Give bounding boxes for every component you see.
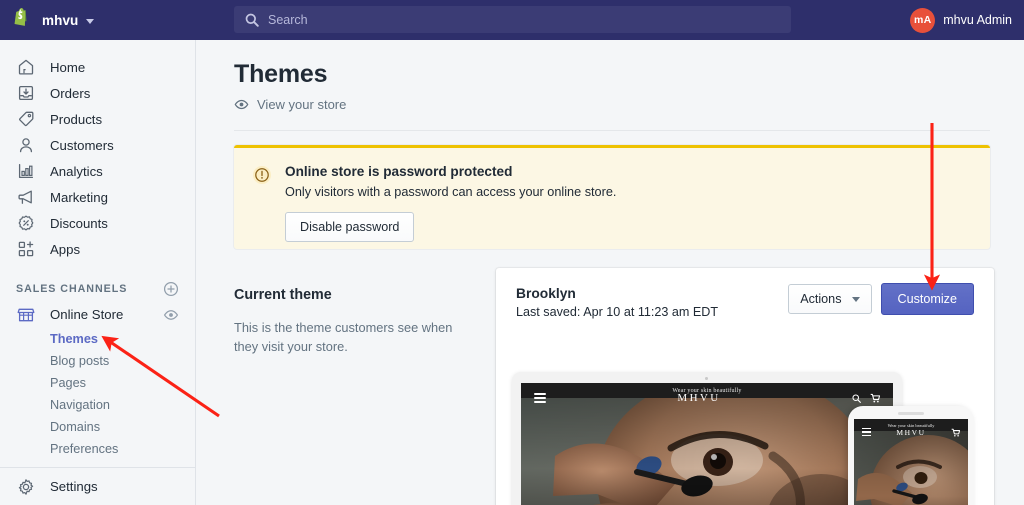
shopify-admin-window: mhvu Search mA mhvu Admin Home Orders Pr… [0,0,1024,505]
view-your-store-link[interactable]: View your store [234,97,346,112]
sidebar-item-apps[interactable]: Apps [8,236,187,262]
sidebar-item-analytics[interactable]: Analytics [8,158,187,184]
hero-photo [521,398,893,505]
sidebar-subitem-themes[interactable]: Themes [8,328,187,350]
sidebar-subitem-preferences[interactable]: Preferences [8,438,187,460]
theme-card-actions: Actions Customize [788,283,974,315]
sidebar-item-home[interactable]: Home [8,54,187,80]
search-icon [245,13,259,27]
alert-circle-icon [253,166,271,184]
apps-grid-plus-icon [18,241,34,257]
banner-title: Online store is password protected [285,164,513,179]
theme-card-header: Brooklyn Last saved: Apr 10 at 11:23 am … [496,268,994,338]
user-menu[interactable]: mA mhvu Admin [910,0,1012,40]
eye-icon [234,99,249,110]
sidebar-item-label: Home [50,59,86,75]
sidebar-subitem-blog-posts[interactable]: Blog posts [8,350,187,372]
page-title: Themes [234,60,328,88]
analytics-bar-chart-icon [18,163,34,179]
sidebar-item-label: Orders [50,85,91,101]
sidebar-item-products[interactable]: Products [8,106,187,132]
settings-label: Settings [50,479,98,494]
top-bar: mhvu Search mA mhvu Admin [0,0,1024,40]
online-store-icon [17,308,35,321]
sidebar-subitem-domains[interactable]: Domains [8,416,187,438]
orders-inbox-icon [18,85,34,101]
sidebar-item-label: Customers [50,137,114,153]
mascara-model-photo [521,398,893,505]
store-switcher[interactable]: mhvu [0,0,104,40]
banner-body: Only visitors with a password can access… [285,185,617,199]
current-theme-description: This is the theme customers see when the… [234,320,453,355]
laptop-mockup: Wear your skin beautifully MHVU [512,372,902,505]
shopping-cart-icon [870,393,880,403]
sidebar-item-label: Analytics [50,163,103,179]
sidebar-item-settings[interactable]: Settings [0,467,195,505]
plus-circle-icon[interactable] [163,281,179,297]
phone-preview-nav: MHVU [854,419,968,445]
sidebar-subitem-pages[interactable]: Pages [8,372,187,394]
customer-person-icon [19,138,33,153]
marketing-megaphone-icon [18,190,32,204]
sales-channels-header: SALES CHANNELS [16,281,179,297]
sidebar-item-label: Marketing [50,189,108,205]
main-content: Themes View your store Online store is p… [196,40,1024,505]
sidebar-item-discounts[interactable]: Discounts [8,210,187,236]
home-icon [18,59,34,75]
sidebar-nav: Home Orders Products Customers Analytics… [0,40,195,262]
search-placeholder: Search [268,12,308,27]
sidebar-item-orders[interactable]: Orders [8,80,187,106]
eye-icon[interactable] [163,307,179,323]
shopify-bag-icon [12,8,34,32]
phone-mockup: Wear your skin beautifully MHVU [848,406,974,505]
product-tag-icon [19,111,34,127]
caret-down-icon [851,296,860,302]
sidebar-item-marketing[interactable]: Marketing [8,184,187,210]
theme-card: Brooklyn Last saved: Apr 10 at 11:23 am … [496,268,994,505]
sidebar-item-label: Apps [50,241,81,257]
preview-brand: MHVU [677,392,721,404]
user-name: mhvu Admin [943,13,1012,27]
phone-speaker-icon [898,412,924,415]
sales-channels-title: SALES CHANNELS [16,283,128,295]
store-name: mhvu [42,12,79,28]
password-protected-banner: Online store is password protected Only … [234,145,990,249]
sidebar-item-online-store[interactable]: Online Store [8,301,187,328]
preview-nav: MHVU [521,383,893,413]
sidebar-item-label: Products [50,111,103,127]
sidebar-subitem-navigation[interactable]: Navigation [8,394,187,416]
current-theme-heading: Current theme [234,287,332,303]
phone-screen: Wear your skin beautifully MHVU [854,419,968,505]
view-your-store-label: View your store [257,97,347,112]
hamburger-menu-icon [534,391,546,406]
actions-label: Actions [800,292,842,306]
theme-preview[interactable]: Wear your skin beautifully MHVU Wear you… [496,368,994,505]
sidebar-item-label: Discounts [50,215,108,231]
search-icon [852,393,861,403]
avatar: mA [910,7,936,33]
search-input[interactable]: Search [234,6,791,33]
hamburger-menu-icon [862,426,871,438]
sidebar: Home Orders Products Customers Analytics… [0,40,196,505]
channel-label: Online Store [50,307,124,322]
discount-percent-badge-icon [18,215,34,231]
header-divider [234,130,990,131]
laptop-screen: Wear your skin beautifully MHVU [521,383,893,505]
laptop-camera-icon [705,377,708,380]
gear-icon [18,478,34,495]
shopping-cart-icon [951,428,960,436]
sidebar-item-customers[interactable]: Customers [8,132,187,158]
actions-dropdown-button[interactable]: Actions [788,284,872,314]
phone-preview-brand: MHVU [896,427,926,437]
chevron-down-icon [86,18,95,24]
disable-password-button[interactable]: Disable password [285,212,415,242]
customize-button[interactable]: Customize [880,283,974,315]
